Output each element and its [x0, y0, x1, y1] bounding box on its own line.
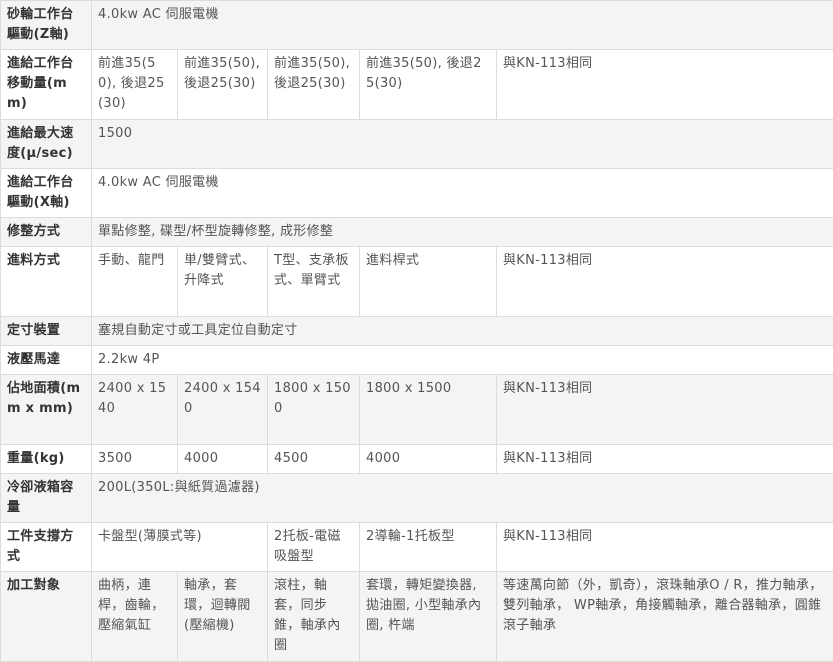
table-cell: 2400 x 1540 [178, 375, 268, 445]
row-label: 修整方式 [1, 218, 92, 247]
table-cell: 套環，轉矩變換器, 拋油圈, 小型軸承內圈, 杵端 [360, 572, 497, 662]
table-row: 加工對象 曲柄，連桿，齒輪，壓縮氣缸 軸承，套環，迴轉閥(壓縮機) 滾柱，軸套，… [1, 572, 833, 662]
row-label: 液壓馬達 [1, 346, 92, 375]
table-cell: 與KN-113相同 [497, 50, 833, 120]
table-cell: 4000 [360, 445, 497, 474]
table-row: 進給工作台移動量(mm) 前進35(50), 後退25(30) 前進35(50)… [1, 50, 833, 120]
row-label: 加工對象 [1, 572, 92, 662]
row-label: 定寸裝置 [1, 317, 92, 346]
table-cell: T型、支承板式、單臂式 [268, 247, 360, 317]
table-cell: 與KN-113相同 [497, 247, 833, 317]
table-cell: 2托板-電磁吸盤型 [268, 523, 360, 572]
row-label: 進給工作台移動量(mm) [1, 50, 92, 120]
table-cell: 2導輪-1托板型 [360, 523, 497, 572]
table-cell: 與KN-113相同 [497, 523, 833, 572]
table-row: 進給工作台驅動(X軸) 4.0kw AC 伺服電機 [1, 169, 833, 218]
table-row: 重量(kg) 3500 4000 4500 4000 與KN-113相同 [1, 445, 833, 474]
table-cell: 前進35(50), 後退25(30) [178, 50, 268, 120]
spec-table: 砂輪工作台驅動(Z軸) 4.0kw AC 伺服電機 進給工作台移動量(mm) 前… [0, 0, 833, 662]
table-cell: 3500 [92, 445, 178, 474]
table-cell: 前進35(50), 後退25(30) [268, 50, 360, 120]
table-row: 修整方式 單點修整, 碟型/杯型旋轉修整, 成形修整 [1, 218, 833, 247]
table-row: 定寸裝置 塞規自動定寸或工具定位自動定寸 [1, 317, 833, 346]
table-cell: 単/雙臂式、升降式 [178, 247, 268, 317]
table-cell: 進料桿式 [360, 247, 497, 317]
table-cell: 曲柄，連桿，齒輪，壓縮氣缸 [92, 572, 178, 662]
table-cell: 1800 x 1500 [360, 375, 497, 445]
table-cell: 滾柱，軸套，同步錐，軸承內圈 [268, 572, 360, 662]
table-cell: 4500 [268, 445, 360, 474]
table-cell: 前進35(50), 後退25(30) [92, 50, 178, 120]
row-label: 進給最大速度(μ/sec) [1, 120, 92, 169]
table-cell: 卡盤型(薄膜式等) [92, 523, 268, 572]
table-cell: 等速萬向節（外，凱奇），滾珠軸承O / R，推力軸承，雙列軸承， WP軸承，角接… [497, 572, 833, 662]
table-row: 進給最大速度(μ/sec) 1500 [1, 120, 833, 169]
row-label: 佔地面積(mm x mm) [1, 375, 92, 445]
table-cell: 與KN-113相同 [497, 445, 833, 474]
table-cell: 4.0kw AC 伺服電機 [92, 169, 833, 218]
table-cell: 前進35(50), 後退25(30) [360, 50, 497, 120]
table-cell: 2.2kw 4P [92, 346, 833, 375]
table-row: 冷卻液箱容量 200L(350L:與紙質過濾器) [1, 474, 833, 523]
row-label: 重量(kg) [1, 445, 92, 474]
table-cell: 4000 [178, 445, 268, 474]
table-cell: 1500 [92, 120, 833, 169]
table-cell: 與KN-113相同 [497, 375, 833, 445]
row-label: 工件支撐方式 [1, 523, 92, 572]
row-label: 進給工作台驅動(X軸) [1, 169, 92, 218]
table-cell: 單點修整, 碟型/杯型旋轉修整, 成形修整 [92, 218, 833, 247]
row-label: 砂輪工作台驅動(Z軸) [1, 1, 92, 50]
table-cell: 手動、龍門 [92, 247, 178, 317]
table-row: 佔地面積(mm x mm) 2400 x 1540 2400 x 1540 18… [1, 375, 833, 445]
row-label: 冷卻液箱容量 [1, 474, 92, 523]
table-cell: 1800 x 1500 [268, 375, 360, 445]
table-row: 液壓馬達 2.2kw 4P [1, 346, 833, 375]
table-cell: 2400 x 1540 [92, 375, 178, 445]
table-row: 進料方式 手動、龍門 単/雙臂式、升降式 T型、支承板式、單臂式 進料桿式 與K… [1, 247, 833, 317]
table-cell: 軸承，套環，迴轉閥(壓縮機) [178, 572, 268, 662]
table-cell: 200L(350L:與紙質過濾器) [92, 474, 833, 523]
table-row: 砂輪工作台驅動(Z軸) 4.0kw AC 伺服電機 [1, 1, 833, 50]
table-cell: 塞規自動定寸或工具定位自動定寸 [92, 317, 833, 346]
row-label: 進料方式 [1, 247, 92, 317]
table-cell: 4.0kw AC 伺服電機 [92, 1, 833, 50]
table-row: 工件支撐方式 卡盤型(薄膜式等) 2托板-電磁吸盤型 2導輪-1托板型 與KN-… [1, 523, 833, 572]
